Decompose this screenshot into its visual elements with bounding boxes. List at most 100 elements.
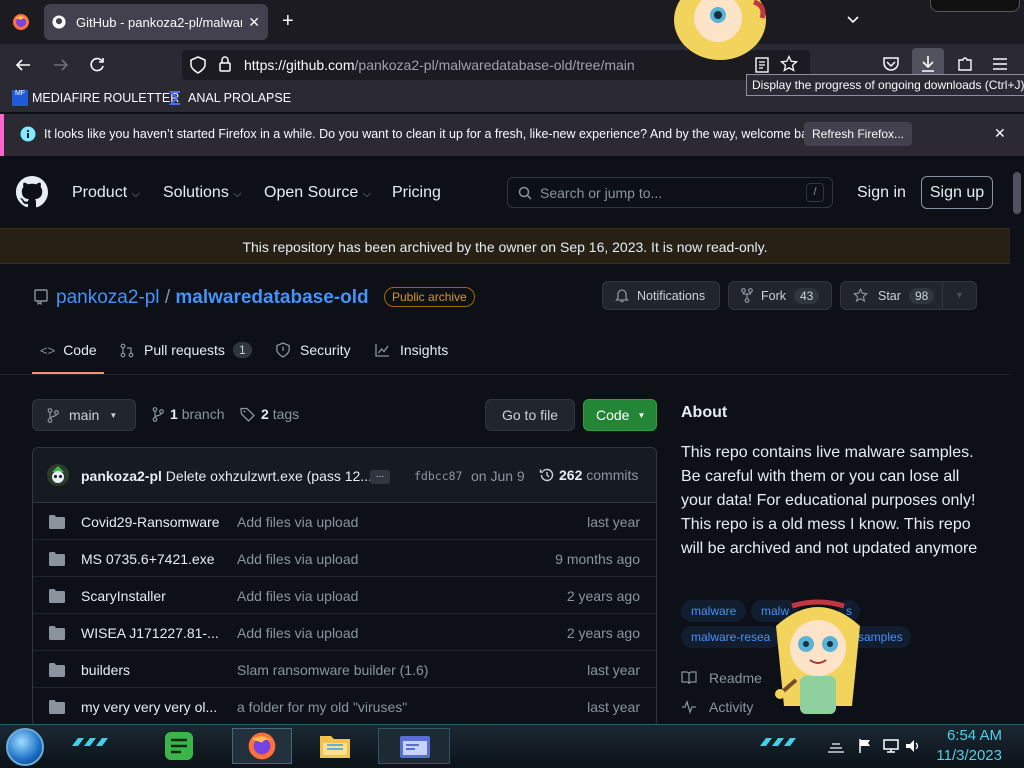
repo-owner-link[interactable]: pankoza2-pl: [56, 287, 160, 308]
commit-message[interactable]: Delete oxhzulzwrt.exe (pass 12...: [166, 468, 372, 484]
back-icon[interactable]: [14, 56, 32, 74]
refresh-firefox-button[interactable]: Refresh Firefox...: [804, 122, 912, 146]
repo-name-link[interactable]: malwaredatabase-old: [175, 287, 368, 308]
file-row[interactable]: ScaryInstaller Add files via upload 2 ye…: [33, 577, 656, 614]
repo-separator: /: [164, 287, 171, 308]
extensions-puzzle-icon[interactable]: [956, 55, 974, 73]
taskbar-window-app[interactable]: [378, 728, 450, 764]
readme-link[interactable]: Readme: [681, 670, 762, 686]
notifications-label: Notifications: [637, 288, 706, 303]
url-path: /pankoza2-pl/malwaredatabase-old/tree/ma…: [354, 57, 635, 73]
file-row[interactable]: builders Slam ransomware builder (1.6) l…: [33, 651, 656, 688]
file-name[interactable]: builders: [81, 662, 130, 678]
search-input[interactable]: Search or jump to... /: [507, 177, 833, 208]
branches-link[interactable]: 1 branch: [152, 406, 225, 422]
commit-hash[interactable]: fdbcc87: [414, 469, 462, 483]
tab-github[interactable]: GitHub - pankoza2-pl/malwaredatabase-old…: [44, 4, 268, 40]
topic-tag[interactable]: malware: [681, 600, 747, 622]
file-row[interactable]: Covid29-Ransomware Add files via upload …: [33, 503, 656, 540]
tray-overflow-icon[interactable]: [826, 740, 846, 754]
code-download-button[interactable]: Code ▼: [583, 399, 657, 431]
github-logo-icon[interactable]: [16, 176, 48, 208]
taskbar-firefox-app[interactable]: [232, 728, 292, 764]
file-name[interactable]: WISEA J171227.81-...: [81, 625, 219, 641]
folder-icon: [49, 626, 65, 640]
file-commit-message[interactable]: Add files via upload: [237, 514, 358, 530]
file-name[interactable]: Covid29-Ransomware: [81, 514, 220, 530]
bookmark-star-icon[interactable]: [780, 55, 798, 73]
go-to-file-button[interactable]: Go to file: [485, 399, 575, 431]
file-row[interactable]: WISEA J171227.81-... Add files via uploa…: [33, 614, 656, 651]
nav-open-source[interactable]: Open Source ⌵: [264, 184, 371, 202]
file-name[interactable]: MS 0735.6+7421.exe: [81, 551, 215, 567]
network-icon[interactable]: [882, 738, 900, 754]
pull-requests-count: 1: [232, 342, 252, 358]
scrollbar-thumb[interactable]: [1013, 172, 1021, 214]
mediafire-favicon-icon: MF: [12, 90, 28, 106]
activity-link[interactable]: Activity: [681, 699, 753, 715]
tag-count: 2: [261, 406, 269, 422]
file-commit-message[interactable]: Slam ransomware builder (1.6): [237, 662, 428, 678]
file-row[interactable]: my very very very ol... a folder for my …: [33, 688, 656, 725]
nav-pricing[interactable]: Pricing: [392, 184, 441, 202]
start-orb-button[interactable]: [6, 728, 44, 766]
taskbar-clock[interactable]: 6:54 AM 11/3/2023: [936, 726, 1002, 766]
tags-link[interactable]: 2 tags: [240, 406, 299, 422]
tab-security-label: Security: [300, 342, 351, 358]
fork-button[interactable]: Fork 43: [728, 281, 832, 310]
cartoon-character-top: [672, 0, 768, 62]
star-button[interactable]: Star 98 ▼: [840, 281, 977, 310]
sign-in-link[interactable]: Sign in: [857, 184, 906, 202]
tab-insights[interactable]: Insights: [375, 342, 448, 358]
url-text[interactable]: https://github.com/pankoza2-pl/malwareda…: [244, 57, 635, 73]
taskbar-notes-app-icon[interactable]: [162, 730, 196, 762]
taskbar-file-explorer-icon[interactable]: [318, 730, 352, 762]
about-heading: About: [681, 404, 728, 421]
volume-icon[interactable]: [904, 738, 922, 754]
commit-author[interactable]: pankoza2-pl: [81, 468, 162, 484]
forward-icon[interactable]: [52, 56, 70, 74]
reload-icon[interactable]: [88, 56, 106, 74]
nav-solutions[interactable]: Solutions ⌵: [163, 184, 242, 202]
tab-code[interactable]: <> Code: [40, 342, 97, 358]
app-menu-icon[interactable]: [992, 57, 1008, 71]
new-tab-icon[interactable]: +: [282, 10, 294, 33]
pocket-icon[interactable]: [882, 56, 900, 72]
clock-time: 6:54 AM: [946, 727, 1002, 744]
file-commit-message[interactable]: Add files via upload: [237, 551, 358, 567]
sign-up-button[interactable]: Sign up: [921, 176, 993, 209]
nav-product[interactable]: Product ⌵: [72, 184, 140, 202]
nav-product-label: Product: [72, 184, 128, 201]
bookmark-label: ANAL PROLAPSE: [188, 91, 292, 105]
expand-commit-message-button[interactable]: ...: [370, 470, 390, 484]
tab-insights-label: Insights: [400, 342, 449, 358]
file-commit-message[interactable]: Add files via upload: [237, 588, 358, 604]
tag-icon: [240, 407, 255, 422]
close-notification-icon[interactable]: ✕: [994, 125, 1006, 142]
file-row[interactable]: MS 0735.6+7421.exe Add files via upload …: [33, 540, 656, 577]
commits-history-link[interactable]: 262 commits: [539, 467, 638, 483]
lock-icon[interactable]: [218, 56, 232, 72]
bookmark-second[interactable]: ANAL PROLAPSE: [168, 90, 291, 106]
action-center-flag-icon[interactable]: [858, 738, 872, 754]
file-name[interactable]: my very very very ol...: [81, 699, 217, 715]
branch-select-button[interactable]: main ▼: [32, 399, 136, 431]
file-commit-message[interactable]: a folder for my old "viruses": [237, 699, 407, 715]
file-commit-message[interactable]: Add files via upload: [237, 625, 358, 641]
list-all-tabs-icon[interactable]: [846, 12, 860, 26]
tab-pull-requests[interactable]: Pull requests 1: [120, 342, 252, 358]
file-name[interactable]: ScaryInstaller: [81, 588, 166, 604]
page-scrollbar[interactable]: [1010, 156, 1024, 724]
star-dropdown-caret-icon[interactable]: ▼: [942, 282, 976, 309]
close-tab-icon[interactable]: ✕: [248, 14, 260, 31]
folder-icon: [49, 552, 65, 566]
tab-security[interactable]: Security: [276, 342, 351, 358]
firefox-menu-icon[interactable]: [12, 13, 30, 31]
topic-tag[interactable]: malware-resea: [681, 626, 781, 648]
bookmark-mediafire[interactable]: MF MEDIAFIRE ROULETTER: [12, 90, 179, 106]
window-controls: [930, 0, 1020, 12]
notifications-button[interactable]: Notifications: [602, 281, 720, 310]
author-avatar[interactable]: [47, 464, 69, 486]
graph-icon: [375, 343, 390, 357]
tracking-protection-shield-icon[interactable]: [190, 56, 206, 74]
